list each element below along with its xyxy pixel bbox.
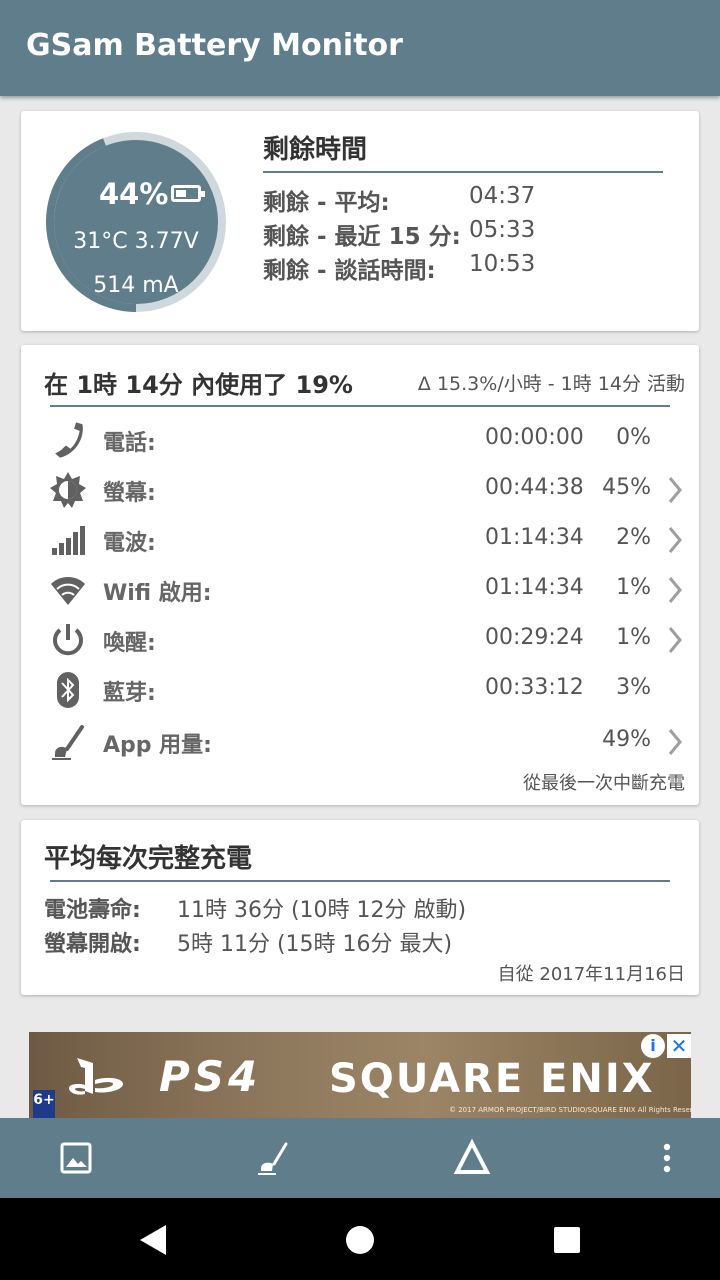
average-value: 5時 11分 (15時 16分 最大) (177, 932, 453, 957)
average-footer: 自從 2017年11月16日 (497, 964, 685, 985)
brightness-icon (50, 472, 86, 508)
ad-fineprint: © 2017 ARMOR PROJECT/BIRD STUDIO/SQUARE … (449, 1106, 691, 1114)
usage-label: 電波: (103, 531, 156, 556)
chevron-right-icon[interactable] (665, 625, 685, 655)
usage-label: 喚醒: (103, 631, 156, 656)
remaining-label: 剩餘 - 最近 15 分: (263, 224, 461, 250)
usage-title: 在 1時 14分 內使用了 19% (44, 371, 353, 399)
playstation-logo (69, 1058, 123, 1095)
divider (50, 405, 670, 407)
remaining-label: 剩餘 - 談話時間: (263, 258, 436, 284)
usage-card: 在 1時 14分 內使用了 19% Δ 15.3%/小時 - 1時 14分 活動… (21, 345, 699, 805)
usage-percent: 1% (616, 625, 651, 650)
remaining-value: 04:37 (469, 183, 536, 209)
usage-row-bluetooth[interactable]: 藍芽: 00:33:12 3% (21, 665, 699, 715)
average-title: 平均每次完整充電 (44, 844, 253, 874)
age-rating-badge: 6+ (33, 1090, 55, 1118)
usage-percent: 49% (602, 727, 651, 752)
average-label: 螢幕開啟: (44, 932, 141, 957)
usage-row-wake[interactable]: 喚醒: 00:29:24 1% (21, 615, 699, 665)
battery-gauge: 44% 31°C 3.77V 514 mA (41, 127, 231, 317)
battery-icon (171, 185, 205, 202)
usage-percent: 3% (616, 675, 651, 700)
usage-label: 螢幕: (103, 481, 156, 506)
usage-time: 00:44:38 (485, 475, 584, 500)
divider (263, 171, 663, 173)
current-draw: 514 mA (93, 273, 179, 298)
app-title: GSam Battery Monitor (26, 28, 403, 63)
usage-row-phone[interactable]: 電話: 00:00:00 0% (21, 415, 699, 465)
chevron-right-icon[interactable] (665, 475, 685, 505)
usage-footer: 從最後一次中斷充電 (523, 773, 685, 794)
average-label: 電池壽命: (44, 898, 141, 923)
usage-row-screen[interactable]: 螢幕: 00:44:38 45% (21, 465, 699, 515)
usage-percent: 1% (616, 575, 651, 600)
power-icon (53, 624, 83, 656)
usage-percent: 0% (616, 425, 651, 450)
usage-label: App 用量: (103, 733, 212, 758)
signal-icon (52, 526, 85, 555)
system-nav-bar (0, 1198, 720, 1280)
divider (50, 880, 670, 882)
usage-time: 00:33:12 (485, 675, 584, 700)
wifi-icon (51, 576, 85, 605)
bottom-toolbar (0, 1118, 720, 1198)
usage-row-wifi[interactable]: Wifi 啟用: 01:14:34 1% (21, 565, 699, 615)
bluetooth-icon (57, 672, 79, 708)
usage-row-signal[interactable]: 電波: 01:14:34 2% (21, 515, 699, 565)
usage-label: 藍芽: (103, 681, 156, 706)
delta-icon[interactable] (450, 1136, 494, 1180)
usage-label: Wifi 啟用: (103, 581, 212, 606)
average-card: 平均每次完整充電 電池壽命: 11時 36分 (10時 12分 啟動) 螢幕開啟… (21, 820, 699, 995)
ad-banner[interactable]: PS4 SQUARE ENIX 6+ i ✕ © 2017 ARMOR PROJ… (29, 1032, 691, 1118)
remaining-card[interactable]: 44% 31°C 3.77V 514 mA 剩餘時間 剩餘 - 平均: 04:3… (21, 111, 699, 331)
image-icon[interactable] (54, 1136, 98, 1180)
recents-icon[interactable] (545, 1218, 589, 1262)
usage-label: 電話: (103, 431, 156, 456)
app-usage-icon (52, 725, 84, 760)
usage-subtitle: Δ 15.3%/小時 - 1時 14分 活動 (417, 373, 685, 395)
usage-time: 01:14:34 (485, 525, 584, 550)
home-icon[interactable] (338, 1218, 382, 1262)
ad-close-icon[interactable]: ✕ (667, 1034, 691, 1058)
phone-icon (55, 422, 83, 458)
chevron-right-icon[interactable] (665, 525, 685, 555)
more-vert-icon[interactable] (645, 1136, 689, 1180)
remaining-value: 10:53 (469, 251, 536, 277)
usage-row-app[interactable]: App 用量: 49% (21, 717, 699, 767)
chevron-right-icon[interactable] (665, 575, 685, 605)
remaining-title: 剩餘時間 (263, 135, 368, 165)
usage-time: 00:00:00 (485, 425, 584, 450)
battery-percent: 44% (99, 177, 169, 211)
usage-time: 01:14:34 (485, 575, 584, 600)
ad-info-icon[interactable]: i (641, 1034, 665, 1058)
usage-percent: 2% (616, 525, 651, 550)
usage-time: 00:29:24 (485, 625, 584, 650)
ad-ps4-text: PS4 (159, 1052, 262, 1101)
usage-percent: 45% (602, 475, 651, 500)
temp-voltage: 31°C 3.77V (73, 229, 199, 254)
remaining-label: 剩餘 - 平均: (263, 190, 390, 216)
remaining-value: 05:33 (469, 217, 536, 243)
app-bar: GSam Battery Monitor (0, 0, 720, 96)
ad-brand-text: SQUARE ENIX (329, 1056, 655, 1102)
app-usage-icon[interactable] (252, 1136, 296, 1180)
average-value: 11時 36分 (10時 12分 啟動) (177, 898, 467, 923)
chevron-right-icon[interactable] (665, 727, 685, 757)
back-icon[interactable] (131, 1218, 175, 1262)
